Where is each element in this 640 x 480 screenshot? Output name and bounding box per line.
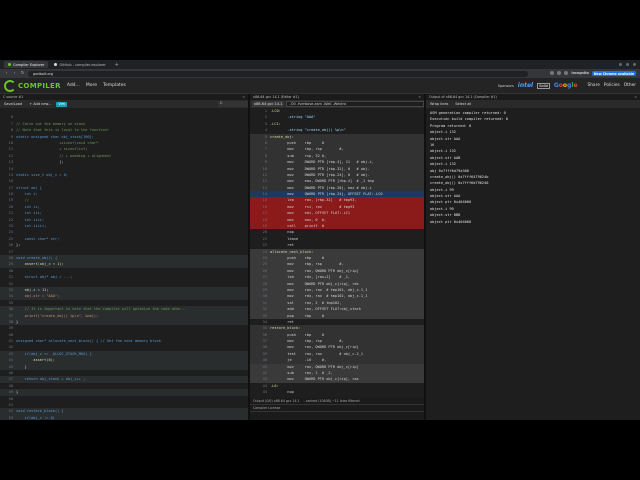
extension-icon[interactable] (550, 71, 555, 75)
ce-header: COMPILER Add... More Templates Sponsors … (0, 78, 640, 94)
window-controls (619, 63, 640, 66)
code-text: int iiiii; (16, 224, 47, 229)
exec-output: ASM generation compiler returned: 0 Execu… (426, 108, 640, 420)
source-toolbar: Save/Load + Add new... Vim C (0, 100, 248, 108)
sponsor-intel[interactable]: intel (518, 82, 533, 89)
ce-logo[interactable]: COMPILER (4, 79, 61, 92)
code-text: } (16, 364, 27, 369)
output-pane-title: Output of x86-64 gcc 14.1 (Compiler #1) (429, 95, 497, 99)
compiler-options-input[interactable]: -O0 -fverbose-asm -Wall -Wextra (286, 101, 424, 107)
compiler-license-link[interactable]: Compiler License (253, 406, 280, 410)
code-text: return obj_stack + obj_c++ ; (16, 377, 86, 382)
sponsor-google[interactable]: Google (554, 82, 578, 89)
cached-status: - cached (1040B) ~11 lines filtered (303, 399, 360, 403)
wrap-lines-toggle[interactable]: Wrap lines (428, 102, 450, 107)
other-button[interactable]: Other (624, 83, 636, 88)
save-load-button[interactable]: Save/Load (2, 102, 24, 107)
source-line: 53 if(obj_c != 0) (0, 414, 248, 420)
vim-button[interactable]: Vim (56, 101, 68, 107)
code-text: const char* str; (16, 236, 60, 241)
back-arrow-icon[interactable]: ‹ (4, 71, 9, 76)
ce-icon (8, 63, 11, 66)
browser-tab-github[interactable]: GitHub - compiler-explorer (50, 61, 109, 68)
new-chrome-button[interactable]: New Chrome available (591, 71, 636, 76)
forward-arrow-icon[interactable]: › (12, 71, 17, 76)
compiler-select[interactable]: x86-64 gcc 14.1 (252, 101, 285, 107)
menu-templates[interactable]: Templates (103, 83, 126, 88)
asm-footer-row: Compiler License (250, 405, 424, 412)
asm-line: 45 nop (250, 389, 424, 395)
extension-icon[interactable] (557, 71, 562, 75)
line-number: 45 (262, 390, 267, 395)
browser-tab-compiler-explorer[interactable]: Compiler Explorer (4, 61, 49, 68)
bottom-black-bar (0, 452, 640, 480)
code-text: printf("create_obj() %p\n", &obj); (16, 313, 99, 318)
url-field[interactable]: godbolt.org (28, 70, 528, 77)
asm-text: nop (270, 390, 294, 395)
compiler-bar: x86-64 gcc 14.1 -O0 -fverbose-asm -Wall … (250, 100, 424, 108)
add-new-button[interactable]: + Add new... (27, 102, 53, 107)
code-text: if(obj_c != 0) (16, 415, 55, 420)
asm-footer-row: Output (0/0) x86-64 gcc 14.1 - cached (1… (250, 398, 424, 405)
code-text: }; (16, 243, 21, 248)
asm-footer: Output (0/0) x86-64 gcc 14.1 - cached (1… (250, 398, 424, 420)
asm-text: mov QWORD PTR obj_c[rip], rax (270, 377, 359, 382)
browser-tab-label: GitHub - compiler-explorer (59, 62, 106, 67)
close-icon[interactable]: × (634, 95, 640, 99)
browser-tab-strip: Compiler Explorer GitHub - compiler-expl… (0, 60, 640, 69)
code-text: struct obj* obj = ...; (16, 275, 73, 280)
minimize-icon[interactable] (619, 63, 622, 66)
code-text: unsigned char* allocate_next_block() { /… (16, 339, 161, 344)
sponsors-label: Sponsors (497, 83, 514, 88)
asm-output[interactable]: 1 .LC0: 2 .string "AAA" 3 .LC1: 4 .string "cr… (250, 108, 424, 398)
sponsor-solid[interactable]: Solid (537, 82, 550, 89)
menu-add[interactable]: Add... (67, 83, 80, 88)
source-pane-title: C source #1 (3, 95, 24, 99)
sponsors: Sponsors intel Solid Google (498, 82, 578, 89)
maximize-icon[interactable] (626, 63, 629, 66)
asm-pane: x86-64 gcc 14.1 (Editor #1) × x86-64 gcc… (250, 94, 426, 420)
incognito-icon[interactable] (564, 71, 569, 75)
code-text: obj.str = "AAA"; (16, 294, 60, 299)
code-text: assert(obj_c < 1); (16, 262, 64, 267)
share-button[interactable]: Share (587, 83, 599, 88)
browser-window: Compiler Explorer GitHub - compiler-expl… (0, 60, 640, 420)
ce-logo-icon (4, 79, 16, 92)
close-icon[interactable] (633, 63, 636, 66)
panes: C source #1 × Save/Load + Add new... Vim… (0, 94, 640, 420)
github-icon (54, 63, 58, 66)
extensions-area: Incognito New Chrome available (550, 71, 636, 76)
policies-button[interactable]: Policies (604, 83, 620, 88)
code-text: } (16, 390, 19, 395)
source-pane: C source #1 × Save/Load + Add new... Vim… (0, 94, 250, 420)
ce-logo-text: COMPILER (18, 81, 61, 90)
output-line: object ptr 0x404060 (430, 219, 472, 224)
screen: Compiler Explorer GitHub - compiler-expl… (0, 0, 640, 480)
address-bar: ‹ › ↻ godbolt.org Incognito New Chrome a… (0, 69, 640, 78)
incognito-label: Incognito (571, 71, 589, 75)
code-text: static size_t obj_c = 0; (16, 172, 68, 177)
reload-icon[interactable]: ↻ (20, 71, 25, 76)
menu-more[interactable]: More (86, 83, 97, 88)
new-tab-button[interactable]: + (112, 62, 122, 68)
close-icon[interactable]: × (418, 95, 424, 99)
code-text: } (16, 319, 19, 324)
close-icon[interactable]: × (242, 95, 248, 99)
output-toolbar: Wrap lines Select all (426, 100, 640, 108)
exec-output-pane: Output of x86-64 gcc 14.1 (Compiler #1) … (426, 94, 640, 420)
output-toggle-button[interactable]: Output (0/0) x86-64 gcc 14.1 (253, 399, 300, 403)
line-number: 53 (8, 415, 13, 420)
source-editor[interactable]: 6 7// Carve out the memory on stack 8// No… (0, 108, 248, 420)
select-all-button[interactable]: Select all (453, 102, 473, 107)
asm-pane-title: x86-64 gcc 14.1 (Editor #1) (253, 95, 299, 99)
header-right-menu: Share Policies Other (583, 83, 636, 88)
language-select[interactable]: C (218, 101, 248, 107)
code-text: ]; (16, 160, 64, 165)
browser-tab-label: Compiler Explorer (13, 62, 45, 67)
